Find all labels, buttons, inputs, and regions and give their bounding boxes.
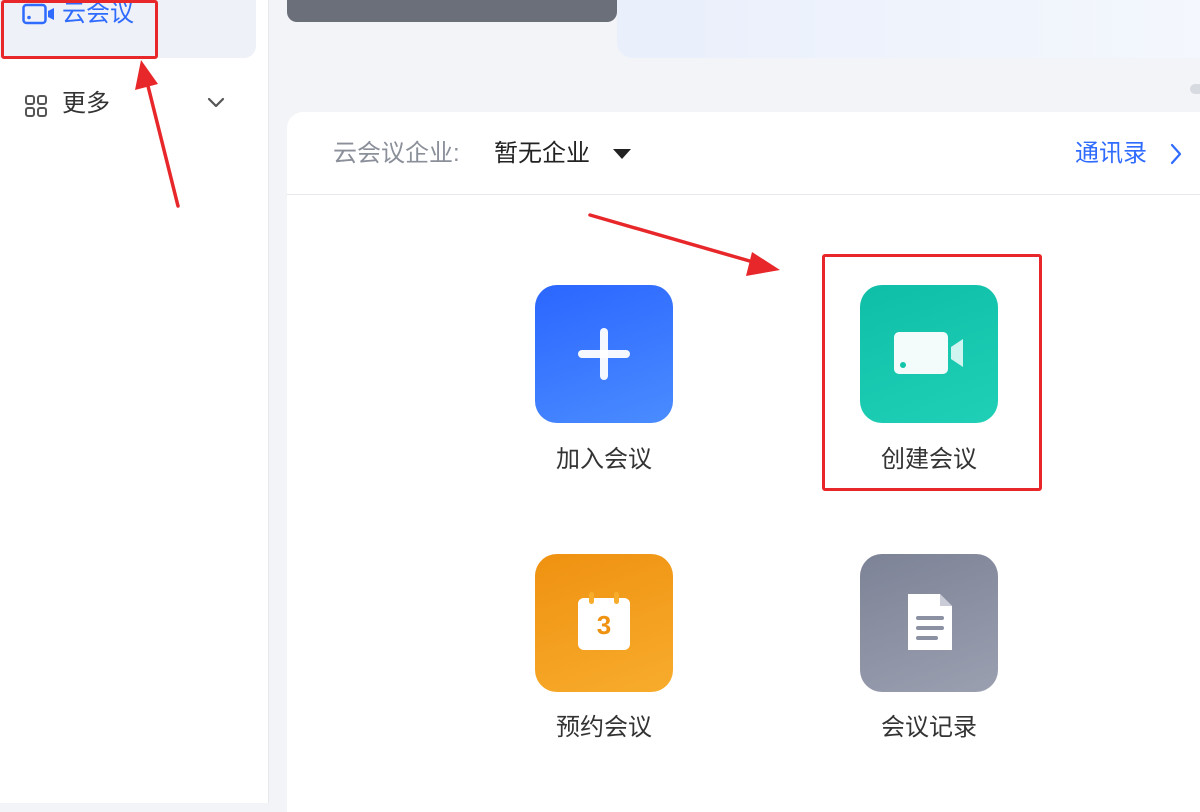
chevron-down-icon[interactable] bbox=[205, 96, 227, 110]
caret-down-icon[interactable] bbox=[612, 148, 632, 160]
chevron-right-icon[interactable] bbox=[1169, 143, 1183, 165]
annotation-highlight-box bbox=[822, 254, 1042, 491]
sidebar-item-more[interactable]: 更多 bbox=[0, 82, 256, 126]
schedule-meeting-button[interactable]: 3 bbox=[535, 554, 673, 692]
meeting-records-label: 会议记录 bbox=[881, 714, 977, 741]
sidebar: 云会议 更多 bbox=[0, 0, 269, 803]
schedule-meeting-label: 预约会议 bbox=[556, 714, 652, 741]
banner-image[interactable] bbox=[287, 0, 617, 22]
panel-header: 云会议企业: 暂无企业 通讯录 bbox=[287, 112, 1200, 195]
enterprise-label: 云会议企业: bbox=[333, 140, 460, 167]
document-icon bbox=[908, 594, 952, 650]
carousel-dot[interactable] bbox=[1190, 84, 1200, 94]
join-meeting-button[interactable] bbox=[535, 285, 673, 423]
grid-icon bbox=[25, 95, 47, 117]
plus-icon bbox=[578, 328, 630, 380]
enterprise-selector[interactable]: 暂无企业 bbox=[494, 138, 590, 170]
banner-panel bbox=[617, 0, 1200, 58]
sidebar-item-label: 更多 bbox=[62, 90, 110, 117]
calendar-day: 3 bbox=[596, 610, 612, 640]
meeting-records-button[interactable] bbox=[860, 554, 998, 692]
join-meeting-label: 加入会议 bbox=[556, 446, 652, 473]
contacts-link[interactable]: 通讯录 bbox=[1075, 138, 1147, 170]
meeting-panel: 云会议企业: 暂无企业 通讯录 bbox=[287, 112, 1200, 812]
annotation-highlight-box bbox=[1, 0, 158, 59]
